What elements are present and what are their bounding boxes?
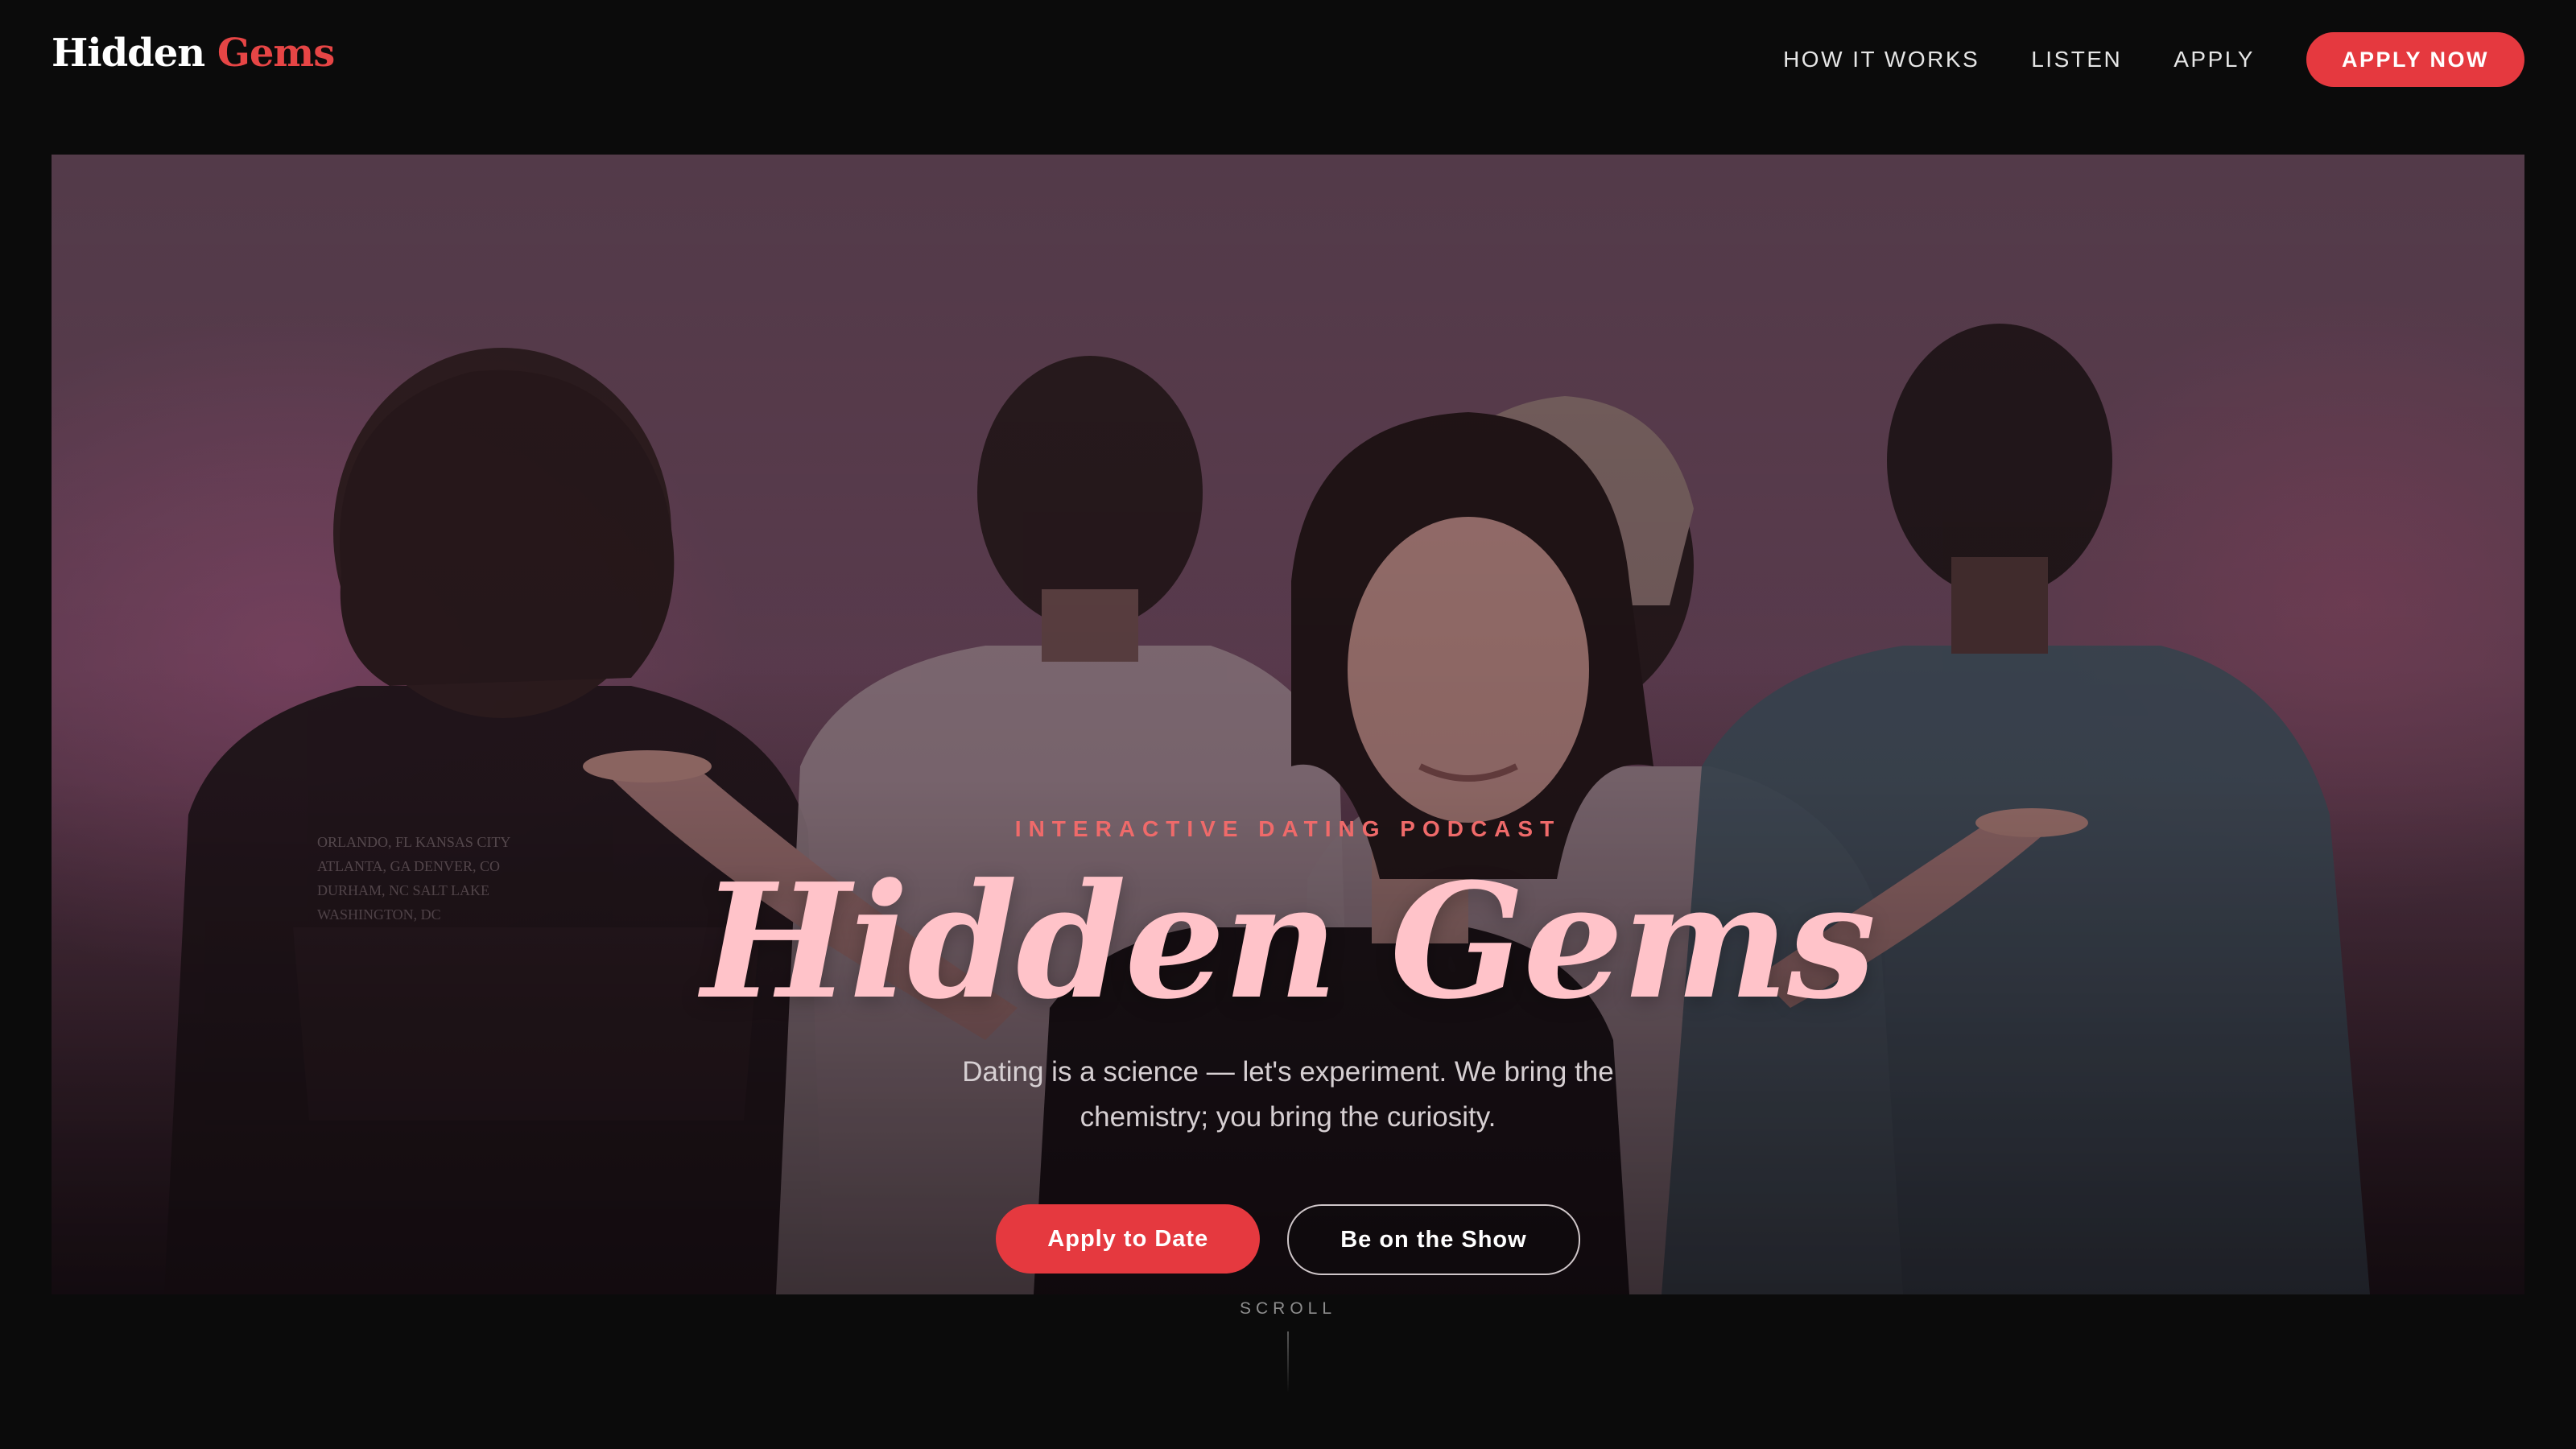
nav-link-listen[interactable]: LISTEN [2031,47,2122,72]
logo-text-accent: Gems [217,31,335,76]
hero-tagline: Dating is a science — let's experiment. … [52,1050,2524,1140]
hero-tagline-line-1: Dating is a science — let's experiment. … [962,1056,1614,1088]
hero-tagline-line-2: chemistry; you bring the curiosity. [1080,1101,1496,1133]
logo-text-main: Hidden [52,31,205,76]
scroll-indicator-label[interactable]: SCROLL [0,1299,2576,1319]
hero-title: Hidden Gems [701,849,1876,1034]
apply-to-date-button[interactable]: Apply to Date [996,1204,1261,1274]
apply-now-button[interactable]: APPLY NOW [2306,32,2524,87]
be-on-the-show-button[interactable]: Be on the Show [1287,1204,1580,1275]
hero-eyebrow: INTERACTIVE DATING PODCAST [1014,816,1562,841]
hero-section: ORLANDO, FL KANSAS CITY ATLANTA, GA DENV… [52,155,2524,1294]
nav-link-apply[interactable]: APPLY [2174,47,2255,72]
site-logo[interactable]: Hidden Gems [52,34,335,72]
page: Hidden Gems HOW IT WORKS LISTEN APPLY AP… [0,0,2576,1449]
nav-link-how-it-works[interactable]: HOW IT WORKS [1783,47,1979,72]
hero-content: INTERACTIVE DATING PODCAST Hidden Gems D… [52,155,2524,1294]
scroll-indicator-line [1287,1331,1289,1393]
main-nav: HOW IT WORKS LISTEN APPLY APPLY NOW [1783,32,2524,87]
hero-button-group: Apply to Date Be on the Show [52,1204,2524,1275]
